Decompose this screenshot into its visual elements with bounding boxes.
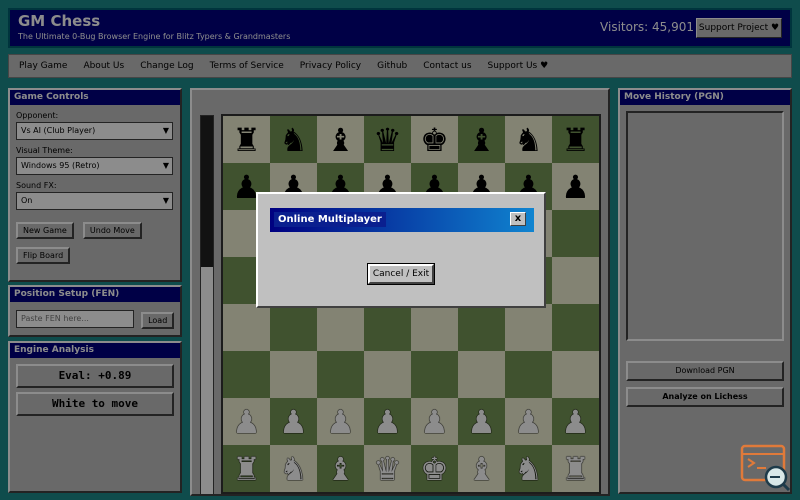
cancel-exit-button[interactable]: Cancel / Exit bbox=[367, 263, 435, 285]
close-icon[interactable]: x bbox=[510, 212, 526, 226]
dialog-title: Online Multiplayer bbox=[274, 212, 386, 227]
dialog-title-bar: Online Multiplayer x bbox=[270, 208, 534, 232]
terminal-search-icon[interactable] bbox=[740, 444, 792, 492]
multiplayer-dialog: Online Multiplayer x Cancel / Exit bbox=[256, 192, 546, 308]
